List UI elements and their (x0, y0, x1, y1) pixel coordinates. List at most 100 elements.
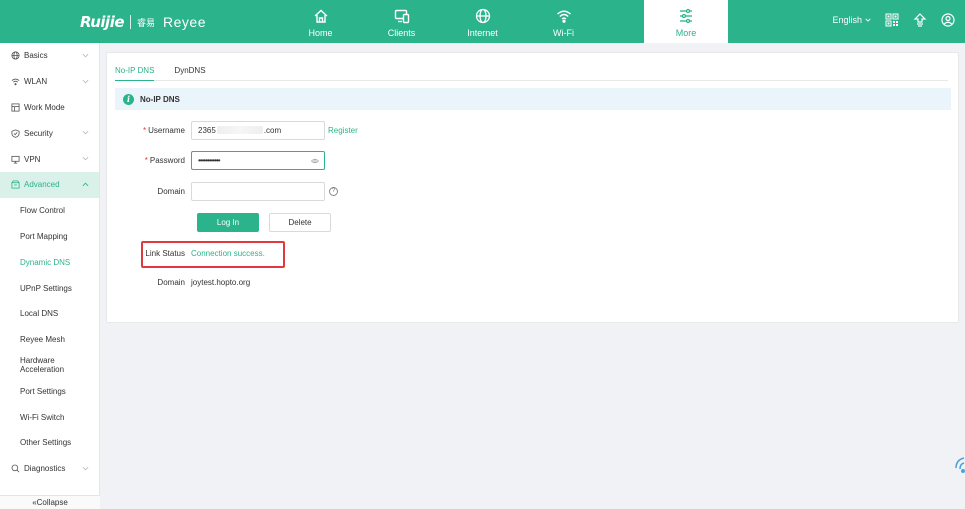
username-prefix: 2365 (198, 125, 216, 135)
upload-cloud-icon[interactable] (913, 13, 927, 27)
link-status-label: Link Status (145, 248, 185, 258)
nav-internet-label: Internet (467, 28, 498, 38)
username-input[interactable]: 2365 .com (191, 120, 325, 140)
logo-divider (130, 15, 132, 29)
sidebar-subitem-reyee-mesh[interactable]: Reyee Mesh (0, 327, 99, 353)
user-account-icon[interactable] (941, 13, 955, 27)
password-row: * Password •••••••••••• (107, 150, 325, 170)
sidebar-subitem-label: Wi-Fi Switch (20, 412, 65, 422)
package-icon (10, 180, 20, 190)
wifi-icon (556, 10, 571, 23)
nav-clients[interactable]: Clients (361, 0, 442, 43)
nav-wifi[interactable]: Wi-Fi (523, 0, 604, 43)
chevron-down-icon (82, 53, 89, 58)
globe-icon (475, 8, 490, 24)
sidebar-item-advanced[interactable]: Advanced (0, 171, 99, 198)
delete-button[interactable]: Delete (269, 212, 331, 232)
nav-clients-label: Clients (387, 28, 416, 38)
sidebar-subitem-port-mapping[interactable]: Port Mapping (0, 224, 99, 250)
password-label-text: Password (149, 155, 185, 165)
sidebar-subitem-label: Port Settings (20, 386, 66, 396)
wifi-icon (10, 77, 20, 87)
required-marker: * (144, 155, 148, 165)
sidebar-item-diagnostics[interactable]: Diagnostics (0, 456, 99, 482)
sidebar-subitem-dynamic-dns[interactable]: Dynamic DNS (0, 249, 99, 275)
sidebar-subitem-label: Dynamic DNS (20, 257, 71, 267)
monitor-icon (10, 154, 20, 164)
brand-logo[interactable]: Ruijie 睿易 Reyee (80, 13, 206, 31)
sidebar-subitem-other-settings[interactable]: Other Settings (0, 430, 99, 456)
username-label-text: Username (148, 125, 185, 135)
ruijie-logo-text: Ruijie (80, 13, 125, 31)
sidebar-item-label: Basics (24, 51, 48, 61)
password-mask: •••••••••••• (198, 155, 221, 165)
sidebar-subitem-hardware-acceleration[interactable]: Hardware Acceleration (0, 353, 99, 379)
sidebar-item-basics[interactable]: Basics (0, 43, 99, 69)
nav-more[interactable]: More (644, 0, 728, 43)
floating-assistant-icon[interactable] (953, 455, 965, 477)
password-label: * Password (107, 156, 191, 165)
sidebar-item-vpn[interactable]: VPN (0, 146, 99, 172)
clients-icon (394, 9, 409, 24)
chevron-down-icon (82, 157, 89, 161)
sidebar-subitem-port-settings[interactable]: Port Settings (0, 378, 99, 404)
nav-more-label: More (675, 28, 697, 38)
nav-home[interactable]: Home (280, 0, 361, 43)
link-status-value: Connection success. (191, 248, 265, 258)
sidebar-subitem-flow-control[interactable]: Flow Control (0, 198, 99, 224)
collapse-button[interactable]: « Collapse (0, 495, 100, 509)
qr-code-icon[interactable] (885, 13, 899, 27)
sidebar-item-label: Diagnostics (24, 464, 66, 474)
eye-icon[interactable] (311, 157, 319, 165)
username-row: * Username 2365 .com Register (107, 120, 358, 140)
username-label: * Username (107, 126, 191, 135)
sidebar-subitem-label: UPnP Settings (20, 283, 72, 293)
sidebar-item-label: Work Mode (24, 102, 65, 112)
sidebar-subitem-local-dns[interactable]: Local DNS (0, 301, 99, 327)
chevron-down-icon (82, 131, 89, 135)
sidebar-item-label: Security (24, 128, 53, 138)
nav-internet[interactable]: Internet (442, 0, 523, 43)
info-icon: i (123, 93, 134, 105)
sidebar-item-label: VPN (24, 154, 41, 164)
shield-icon (10, 128, 20, 138)
sidebar-item-security[interactable]: Security (0, 120, 99, 146)
tab-no-ip-dns[interactable]: No-IP DNS (115, 63, 155, 81)
ddns-card: No-IP DNS DynDNS i No-IP DNS * Username 2… (106, 52, 959, 323)
globe-icon (10, 51, 20, 61)
chevron-up-icon (82, 182, 89, 187)
login-button[interactable]: Log In (197, 212, 259, 232)
search-icon (10, 464, 20, 474)
domain-result-label: Domain (157, 277, 185, 287)
sidebar-item-label: WLAN (24, 77, 48, 87)
sidebar-subitem-label: Flow Control (20, 206, 65, 216)
sidebar: Basics WLAN Work Mode Security VPN Advan… (0, 43, 100, 509)
password-input[interactable]: •••••••••••• (191, 150, 325, 170)
sidebar-subitem-label: Hardware Acceleration (20, 356, 65, 375)
domain-row: Domain ? (107, 181, 338, 201)
sidebar-subitem-label: Port Mapping (20, 231, 68, 241)
chevron-down-icon (82, 79, 89, 84)
required-marker: * (142, 125, 147, 135)
tab-dyndns[interactable]: DynDNS (174, 63, 205, 81)
link-status-row: Link Status Connection success. (107, 244, 265, 262)
section-header: i No-IP DNS (115, 88, 951, 110)
sidebar-subitem-upnp-settings[interactable]: UPnP Settings (0, 275, 99, 301)
nav-wifi-label: Wi-Fi (553, 28, 574, 38)
sliders-icon (680, 8, 692, 24)
top-right-tools: English (832, 13, 955, 27)
language-select[interactable]: English (832, 15, 871, 25)
domain-result-row: Domain joytest.hopto.org (107, 273, 250, 291)
home-icon (314, 9, 327, 23)
sidebar-subitem-wifi-switch[interactable]: Wi-Fi Switch (0, 404, 99, 430)
sidebar-item-wlan[interactable]: WLAN (0, 69, 99, 95)
language-label: English (832, 15, 862, 25)
help-icon[interactable]: ? (329, 186, 338, 196)
sidebar-item-work-mode[interactable]: Work Mode (0, 95, 99, 121)
chevron-down-icon (865, 18, 871, 22)
domain-label: Domain (157, 186, 185, 196)
top-bar: Ruijie 睿易 Reyee Home Clients Internet Wi… (0, 0, 965, 43)
domain-input[interactable] (191, 181, 325, 201)
reyee-cn-text: 睿易 (137, 17, 156, 28)
register-link[interactable]: Register (328, 126, 358, 135)
